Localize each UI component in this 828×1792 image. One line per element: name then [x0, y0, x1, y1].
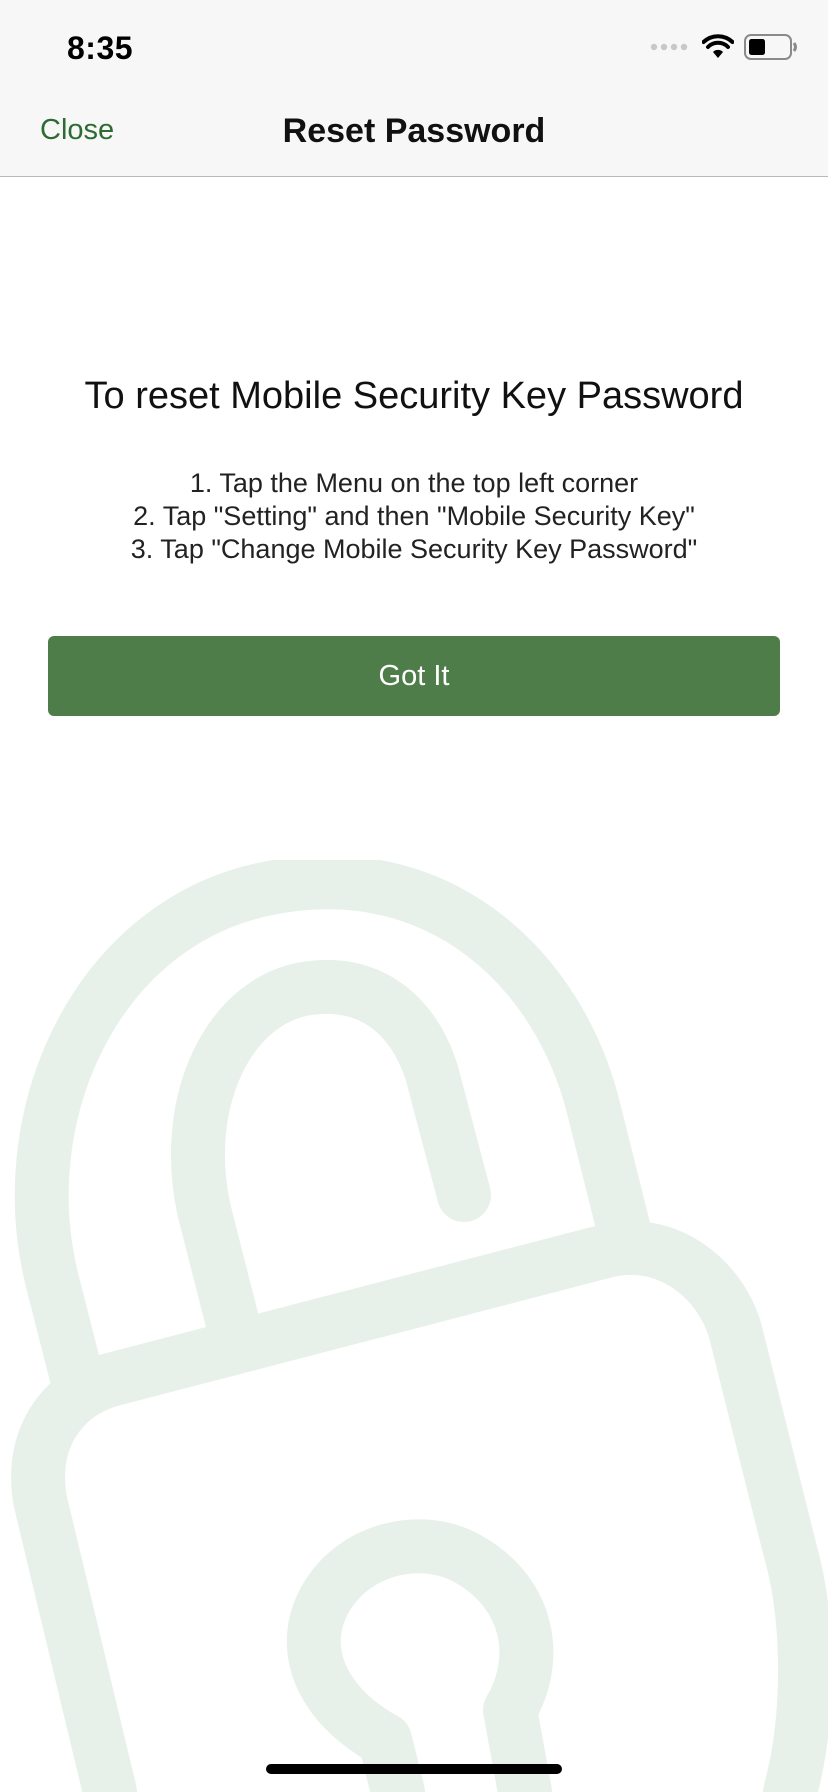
got-it-button[interactable]: Got It: [48, 636, 780, 716]
padlock-icon: [11, 860, 828, 1792]
signal-dots-icon: [650, 40, 690, 58]
instruction-step: 2. Tap "Setting" and then "Mobile Securi…: [133, 501, 695, 531]
status-bar: 8:35: [0, 0, 828, 92]
nav-bar: Close Reset Password: [0, 92, 828, 177]
battery-icon: [744, 33, 798, 65]
instructions-list: 1. Tap the Menu on the top left corner 2…: [0, 467, 828, 566]
instruction-step: 3. Tap "Change Mobile Security Key Passw…: [130, 534, 698, 564]
wifi-icon: [701, 33, 735, 65]
home-indicator[interactable]: [266, 1764, 562, 1774]
status-icons: [650, 33, 798, 65]
instructions-heading: To reset Mobile Security Key Password: [84, 375, 744, 417]
page-title: Reset Password: [282, 112, 546, 150]
instruction-step: 1. Tap the Menu on the top left corner: [189, 468, 639, 498]
status-time: 8:35: [67, 30, 134, 66]
